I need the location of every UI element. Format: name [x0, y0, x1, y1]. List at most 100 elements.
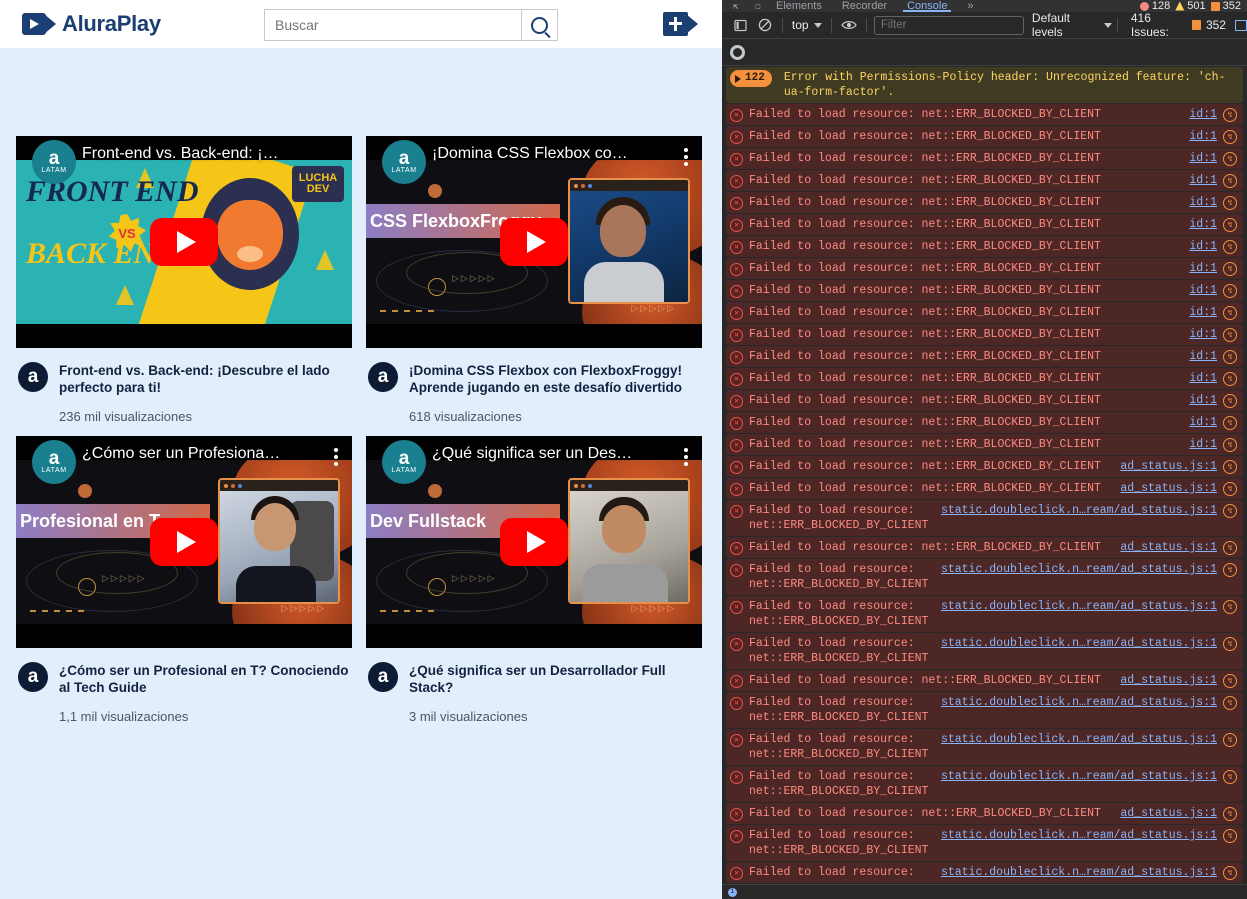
network-issue-icon[interactable]: ↯: [1223, 174, 1237, 188]
video-title[interactable]: ¡Domina CSS Flexbox con FlexboxFroggy! A…: [409, 362, 700, 396]
site-logo[interactable]: AluraPlay: [22, 11, 161, 37]
console-source-link[interactable]: id:1: [1189, 217, 1217, 232]
play-button-icon[interactable]: [500, 218, 568, 266]
console-error-row[interactable]: ✕ Failed to load resource: net::ERR_BLOCK…: [726, 214, 1243, 235]
console-error-row[interactable]: ✕ Failed to load resource: static.doublecl…: [726, 862, 1243, 883]
network-issue-icon[interactable]: ↯: [1223, 829, 1237, 843]
console-source-link[interactable]: static.doubleclick.n…ream/ad_status.js:1: [941, 503, 1217, 518]
network-issue-icon[interactable]: ↯: [1223, 350, 1237, 364]
device-toolbar-icon[interactable]: ☐: [750, 0, 766, 12]
console-source-link[interactable]: static.doubleclick.n…ream/ad_status.js:1: [941, 695, 1217, 710]
console-error-row[interactable]: ✕ Failed to load resource: net::ERR_BLOCK…: [726, 825, 1243, 861]
video-thumbnail[interactable]: ▷▷▷▷▷ ▷▷▷▷▷ CSS FlexboxFroggy a LATAM ¡D…: [366, 136, 702, 348]
console-error-row[interactable]: ✕ Failed to load resource: net::ERR_BLOCK…: [726, 324, 1243, 345]
tab-console[interactable]: Console: [897, 0, 957, 12]
network-issue-icon[interactable]: ↯: [1223, 482, 1237, 496]
console-source-link[interactable]: id:1: [1189, 129, 1217, 144]
console-error-row[interactable]: ✕ Failed to load resource: net::ERR_BLOCK…: [726, 633, 1243, 669]
console-error-row[interactable]: ✕ Failed to load resource: net::ERR_BLOCK…: [726, 390, 1243, 411]
console-error-row[interactable]: ✕ Failed to load resource: net::ERR_BLOCK…: [726, 302, 1243, 323]
search-button[interactable]: [521, 10, 557, 40]
console-source-link[interactable]: id:1: [1189, 415, 1217, 430]
more-options-icon[interactable]: [684, 448, 688, 466]
network-issue-icon[interactable]: ↯: [1223, 541, 1237, 555]
console-source-link[interactable]: id:1: [1189, 305, 1217, 320]
console-source-link[interactable]: static.doubleclick.n…ream/ad_status.js:1: [941, 865, 1217, 880]
network-issue-icon[interactable]: ↯: [1223, 328, 1237, 342]
warning-count[interactable]: 501: [1175, 0, 1206, 12]
network-issue-icon[interactable]: ↯: [1223, 394, 1237, 408]
network-issue-icon[interactable]: ↯: [1223, 240, 1237, 254]
console-source-link[interactable]: id:1: [1189, 283, 1217, 298]
console-error-row[interactable]: ✕ Failed to load resource: net::ERR_BLOCK…: [726, 148, 1243, 169]
tab-recorder[interactable]: Recorder: [832, 0, 897, 12]
console-error-row[interactable]: ✕ Failed to load resource: net::ERR_BLOCK…: [726, 537, 1243, 558]
inspect-element-icon[interactable]: ⇱: [728, 0, 744, 12]
tab-elements[interactable]: Elements: [766, 0, 832, 12]
console-error-row[interactable]: ✕ Failed to load resource: net::ERR_BLOCK…: [726, 559, 1243, 595]
issue-count[interactable]: 352: [1210, 0, 1241, 12]
video-title[interactable]: Front-end vs. Back-end: ¡Descubre el lad…: [59, 362, 350, 396]
network-issue-icon[interactable]: ↯: [1223, 416, 1237, 430]
video-title[interactable]: ¿Qué significa ser un Desarrollador Full…: [409, 662, 700, 696]
console-source-link[interactable]: ad_status.js:1: [1120, 673, 1217, 688]
console-error-row[interactable]: ✕ Failed to load resource: net::ERR_BLOCK…: [726, 258, 1243, 279]
console-source-link[interactable]: static.doubleclick.n…ream/ad_status.js:1: [941, 599, 1217, 614]
console-source-link[interactable]: static.doubleclick.n…ream/ad_status.js:1: [941, 636, 1217, 651]
console-source-link[interactable]: id:1: [1189, 349, 1217, 364]
console-error-row[interactable]: ✕ Failed to load resource: net::ERR_BLOCK…: [726, 456, 1243, 477]
console-source-link[interactable]: ad_status.js:1: [1120, 481, 1217, 496]
network-issue-icon[interactable]: ↯: [1223, 733, 1237, 747]
console-source-link[interactable]: id:1: [1189, 195, 1217, 210]
console-source-link[interactable]: static.doubleclick.n…ream/ad_status.js:1: [941, 562, 1217, 577]
console-source-link[interactable]: id:1: [1189, 239, 1217, 254]
console-error-row[interactable]: ✕ Failed to load resource: net::ERR_BLOCK…: [726, 346, 1243, 367]
console-error-row[interactable]: ✕ Failed to load resource: net::ERR_BLOCK…: [726, 170, 1243, 191]
console-error-row[interactable]: ✕ Failed to load resource: net::ERR_BLOCK…: [726, 500, 1243, 536]
console-error-row[interactable]: ✕ Failed to load resource: net::ERR_BLOCK…: [726, 596, 1243, 632]
network-issue-icon[interactable]: ↯: [1223, 306, 1237, 320]
console-error-row[interactable]: ✕ Failed to load resource: net::ERR_BLOCK…: [726, 766, 1243, 802]
network-issue-icon[interactable]: ↯: [1223, 674, 1237, 688]
network-issue-icon[interactable]: ↯: [1223, 807, 1237, 821]
console-source-link[interactable]: id:1: [1189, 173, 1217, 188]
console-source-link[interactable]: id:1: [1189, 327, 1217, 342]
console-source-link[interactable]: id:1: [1189, 151, 1217, 166]
console-source-link[interactable]: static.doubleclick.n…ream/ad_status.js:1: [941, 732, 1217, 747]
clear-console-icon[interactable]: [752, 14, 776, 36]
network-issue-icon[interactable]: ↯: [1223, 152, 1237, 166]
video-title[interactable]: ¿Cómo ser un Profesional en T? Conociend…: [59, 662, 350, 696]
video-thumbnail[interactable]: FRONT END BACK END VS LUCHA DEV a LATAM …: [16, 136, 352, 348]
console-error-row[interactable]: ✕ Failed to load resource: net::ERR_BLOCK…: [726, 803, 1243, 824]
console-error-row[interactable]: ✕ Failed to load resource: net::ERR_BLOCK…: [726, 434, 1243, 455]
console-error-row[interactable]: ✕ Failed to load resource: net::ERR_BLOCK…: [726, 478, 1243, 499]
message-icon[interactable]: [1234, 19, 1247, 31]
play-button-icon[interactable]: [500, 518, 568, 566]
network-issue-icon[interactable]: ↯: [1223, 108, 1237, 122]
log-levels-dropdown[interactable]: Default levels: [1032, 11, 1112, 39]
settings-gear-icon[interactable]: [730, 44, 745, 60]
sidebar-toggle-icon[interactable]: [728, 14, 752, 36]
console-source-link[interactable]: id:1: [1189, 437, 1217, 452]
network-issue-icon[interactable]: ↯: [1223, 637, 1237, 651]
network-issue-icon[interactable]: ↯: [1223, 770, 1237, 784]
console-source-link[interactable]: id:1: [1189, 393, 1217, 408]
network-issue-icon[interactable]: ↯: [1223, 504, 1237, 518]
network-issue-icon[interactable]: ↯: [1223, 372, 1237, 386]
console-source-link[interactable]: static.doubleclick.n…ream/ad_status.js:1: [941, 769, 1217, 784]
console-message-list[interactable]: 122 Error with Permissions-Policy header:…: [722, 64, 1247, 899]
network-issue-icon[interactable]: ↯: [1223, 218, 1237, 232]
live-expression-icon[interactable]: [837, 14, 861, 36]
execution-context-dropdown[interactable]: top: [788, 18, 826, 32]
console-error-row[interactable]: ✕ Failed to load resource: net::ERR_BLOCK…: [726, 692, 1243, 728]
network-issue-icon[interactable]: ↯: [1223, 866, 1237, 880]
network-issue-icon[interactable]: ↯: [1223, 696, 1237, 710]
console-source-link[interactable]: ad_status.js:1: [1120, 806, 1217, 821]
console-error-row[interactable]: ✕ Failed to load resource: net::ERR_BLOCK…: [726, 729, 1243, 765]
console-error-row[interactable]: ✕ Failed to load resource: net::ERR_BLOCK…: [726, 412, 1243, 433]
console-source-link[interactable]: ad_status.js:1: [1120, 459, 1217, 474]
network-issue-icon[interactable]: ↯: [1223, 563, 1237, 577]
console-source-link[interactable]: id:1: [1189, 371, 1217, 386]
more-options-icon[interactable]: [334, 448, 338, 466]
more-options-icon[interactable]: [684, 148, 688, 166]
